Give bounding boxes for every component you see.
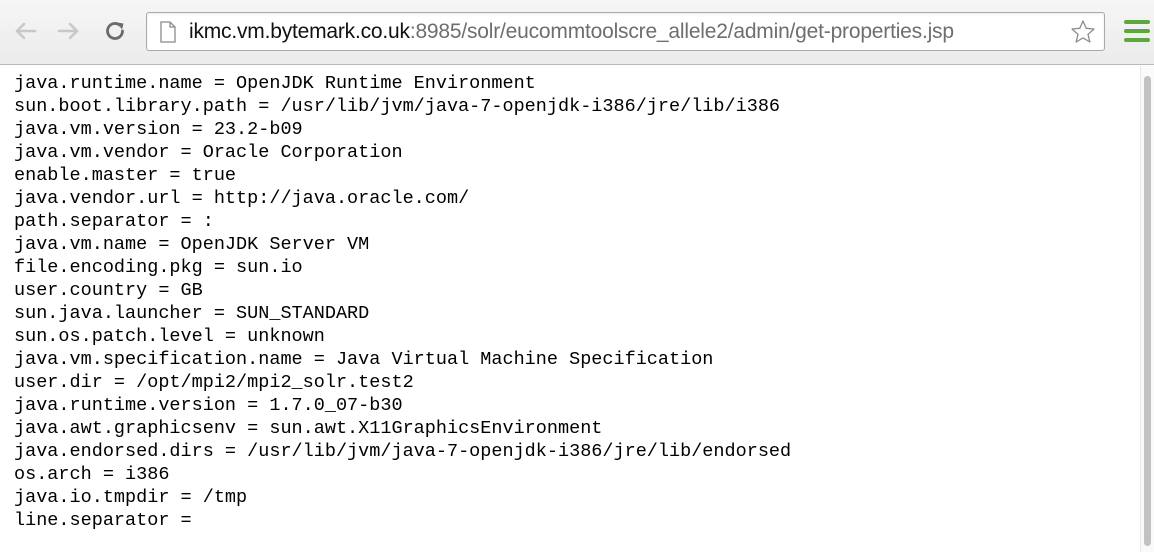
property-line: java.vm.specification.name = Java Virtua… — [14, 349, 714, 370]
property-line: file.encoding.pkg = sun.io — [14, 257, 303, 278]
hamburger-menu-icon[interactable] — [1124, 20, 1154, 46]
url-path: :8985/solr/eucommtoolscre_allele2/admin/… — [409, 20, 954, 43]
property-line: line.separator = — [14, 510, 192, 531]
property-line: java.runtime.name = OpenJDK Runtime Envi… — [14, 73, 536, 94]
back-button[interactable] — [8, 14, 42, 48]
reload-button[interactable] — [98, 14, 132, 48]
address-bar[interactable]: ikmc.vm.bytemark.co.uk:8985/solr/eucommt… — [146, 12, 1105, 51]
property-line: java.awt.graphicsenv = sun.awt.X11Graphi… — [14, 418, 603, 439]
scrollbar-thumb[interactable] — [1144, 76, 1151, 546]
properties-list: java.runtime.name = OpenJDK Runtime Envi… — [0, 66, 1140, 532]
reload-icon — [106, 22, 124, 40]
property-line: java.vendor.url = http://java.oracle.com… — [14, 188, 470, 209]
star-icon[interactable] — [1070, 19, 1096, 45]
property-line: java.vm.vendor = Oracle Corporation — [14, 142, 403, 163]
property-line: path.separator = : — [14, 211, 214, 232]
vertical-scrollbar[interactable] — [1140, 66, 1154, 552]
property-line: sun.java.launcher = SUN_STANDARD — [14, 303, 370, 324]
forward-arrow-icon — [57, 22, 79, 40]
property-line: user.country = GB — [14, 280, 203, 301]
browser-toolbar: ikmc.vm.bytemark.co.uk:8985/solr/eucommt… — [0, 0, 1154, 65]
page-icon — [160, 21, 176, 43]
property-line: java.vm.version = 23.2-b09 — [14, 119, 303, 140]
property-line: enable.master = true — [14, 165, 237, 186]
property-line: java.io.tmpdir = /tmp — [14, 487, 248, 508]
back-arrow-icon — [15, 22, 37, 40]
property-line: java.runtime.version = 1.7.0_07-b30 — [14, 395, 403, 416]
property-line: sun.os.patch.level = unknown — [14, 326, 325, 347]
property-line: java.vm.name = OpenJDK Server VM — [14, 234, 370, 255]
property-line: user.dir = /opt/mpi2/mpi2_solr.test2 — [14, 372, 414, 393]
url-text[interactable]: ikmc.vm.bytemark.co.uk:8985/solr/eucommt… — [189, 13, 954, 50]
property-line: java.endorsed.dirs = /usr/lib/jvm/java-7… — [14, 441, 792, 462]
forward-button[interactable] — [52, 14, 86, 48]
url-host: ikmc.vm.bytemark.co.uk — [189, 20, 410, 43]
property-line: os.arch = i386 — [14, 464, 170, 485]
property-line: sun.boot.library.path = /usr/lib/jvm/jav… — [14, 96, 781, 117]
page-content: java.runtime.name = OpenJDK Runtime Envi… — [0, 66, 1140, 552]
